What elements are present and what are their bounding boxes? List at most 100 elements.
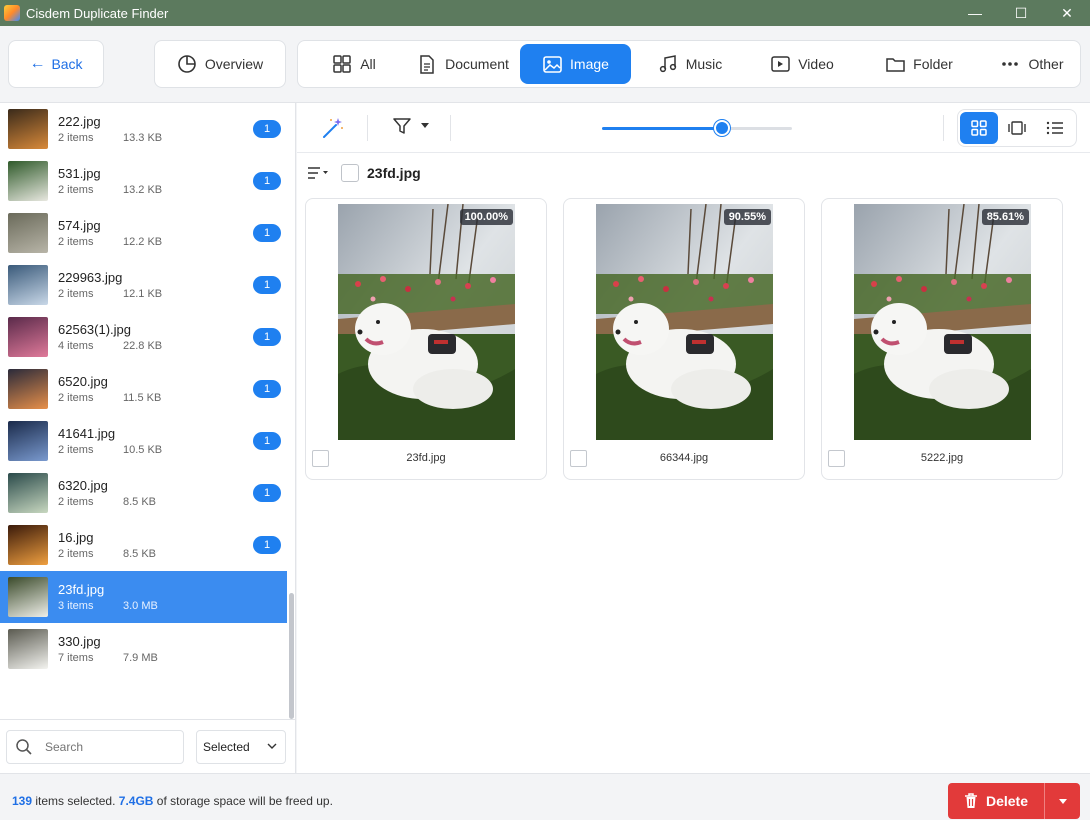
duplicate-card[interactable]: 90.55% 66344.jpg [563, 198, 805, 480]
group-thumbnail [8, 265, 48, 305]
group-info: 7 items 7.9 MB [58, 652, 158, 664]
group-meta: 6520.jpg 2 items 11.5 KB [58, 374, 161, 404]
compare-view-icon [1008, 121, 1026, 135]
delete-label: Delete [985, 793, 1029, 809]
group-list-item[interactable]: 574.jpg 2 items 12.2 KB 1 [0, 207, 287, 259]
tab-image[interactable]: Image [520, 44, 631, 84]
group-list-item[interactable]: 6520.jpg 2 items 11.5 KB 1 [0, 363, 287, 415]
group-list-item[interactable]: 229963.jpg 2 items 12.1 KB 1 [0, 259, 287, 311]
group-list-item[interactable]: 222.jpg 2 items 13.3 KB 1 [0, 103, 287, 155]
delete-options-button[interactable] [1045, 798, 1080, 804]
slider-handle[interactable] [713, 120, 730, 136]
list-view-button[interactable] [1036, 112, 1074, 144]
card-file-name: 5222.jpg [920, 452, 964, 464]
group-size: 13.2 KB [123, 184, 163, 196]
tab-folder-label: Folder [913, 56, 953, 72]
group-size: 12.2 KB [123, 236, 163, 248]
duplicate-card[interactable]: 85.61% 5222.jpg [821, 198, 1063, 480]
search-icon [16, 739, 32, 755]
group-size: 12.1 KB [123, 288, 163, 300]
group-meta: 62563(1).jpg 4 items 22.8 KB [58, 322, 162, 352]
back-button[interactable]: ← Back [8, 40, 104, 88]
selected-count: 139 [12, 794, 33, 808]
tab-video[interactable]: Video [749, 44, 855, 84]
group-file-name: 23fd.jpg [58, 582, 105, 597]
group-item-count: 3 items [58, 600, 94, 612]
thumbnail-size-slider[interactable] [602, 120, 792, 136]
group-meta: 23fd.jpg 3 items 3.0 MB [58, 582, 158, 612]
sort-icon[interactable] [307, 166, 329, 180]
tab-music[interactable]: Music [631, 44, 749, 84]
filter-dropdown[interactable] [393, 117, 429, 135]
delete-button-group: Delete [948, 783, 1080, 819]
magic-wand-icon[interactable] [321, 116, 345, 140]
group-size: 13.3 KB [123, 132, 163, 144]
group-thumbnail [8, 577, 48, 617]
slider-fill [602, 127, 722, 130]
group-size: 3.0 MB [123, 600, 158, 612]
group-info: 2 items 10.5 KB [58, 444, 162, 456]
tab-document[interactable]: Document [406, 44, 520, 84]
group-list-item[interactable]: 23fd.jpg 3 items 3.0 MB [0, 571, 287, 623]
group-thumbnail [8, 473, 48, 513]
group-list-item[interactable]: 41641.jpg 2 items 10.5 KB 1 [0, 415, 287, 467]
tab-video-label: Video [798, 56, 834, 72]
group-list-item[interactable]: 6320.jpg 2 items 8.5 KB 1 [0, 467, 287, 519]
photo-preview[interactable] [854, 204, 1031, 440]
search-box [6, 730, 184, 764]
group-item-count: 2 items [58, 548, 94, 560]
grid-view-icon [971, 120, 987, 136]
group-item-count: 2 items [58, 132, 94, 144]
selection-filter-select[interactable]: Selected [196, 730, 286, 764]
tab-other[interactable]: Other [983, 44, 1081, 84]
close-button[interactable]: ✕ [1044, 0, 1090, 26]
duplicate-count-badge: 1 [253, 328, 281, 346]
dog-photo [596, 204, 773, 440]
delete-button[interactable]: Delete [948, 793, 1044, 809]
search-input[interactable] [45, 740, 165, 754]
group-file-name: 330.jpg [58, 634, 101, 649]
preview-panel: 23fd.jpg 100.00% 23fd.jpg 90.55% 66344.jpg 8… [297, 103, 1090, 773]
group-size: 8.5 KB [123, 548, 157, 560]
group-info: 4 items 22.8 KB [58, 340, 162, 352]
preview-toolbar [297, 103, 1090, 153]
status-bar: 139 items selected. 7.4GB of storage spa… [0, 773, 1090, 820]
dog-photo [338, 204, 515, 440]
list-scrollbar[interactable] [289, 593, 294, 719]
similarity-badge: 90.55% [723, 209, 771, 225]
app-logo-icon [4, 5, 20, 21]
group-list-panel: 222.jpg 2 items 13.3 KB 1 531.jpg 2 items 13.2… [0, 103, 296, 773]
group-info: 2 items 8.5 KB [58, 496, 156, 508]
group-title: 23fd.jpg [367, 165, 421, 181]
image-icon [542, 54, 562, 74]
video-icon [770, 54, 790, 74]
group-thumbnail [8, 213, 48, 253]
group-list-item[interactable]: 330.jpg 7 items 7.9 MB [0, 623, 287, 675]
tab-folder[interactable]: Folder [855, 44, 983, 84]
duplicate-card[interactable]: 100.00% 23fd.jpg [305, 198, 547, 480]
compare-view-button[interactable] [998, 112, 1036, 144]
group-list-item[interactable]: 62563(1).jpg 4 items 22.8 KB 1 [0, 311, 287, 363]
duplicate-count-badge: 1 [253, 484, 281, 502]
tab-all[interactable]: All [302, 44, 406, 84]
maximize-button[interactable]: ☐ [998, 0, 1044, 26]
duplicate-count-badge: 1 [253, 432, 281, 450]
group-select-checkbox[interactable] [341, 164, 359, 182]
group-list-item[interactable]: 16.jpg 2 items 8.5 KB 1 [0, 519, 287, 571]
duplicate-count-badge: 1 [253, 224, 281, 242]
chevron-down-icon [267, 743, 277, 749]
more-icon [1000, 54, 1020, 74]
overview-button[interactable]: Overview [154, 40, 286, 88]
photo-preview[interactable] [338, 204, 515, 440]
group-list-item[interactable]: 531.jpg 2 items 13.2 KB 1 [0, 155, 287, 207]
group-item-count: 4 items [58, 340, 94, 352]
selection-summary: 139 items selected. 7.4GB of storage spa… [12, 794, 333, 808]
group-size: 10.5 KB [123, 444, 163, 456]
minimize-button[interactable]: — [952, 0, 998, 26]
group-info: 2 items 11.5 KB [58, 392, 161, 404]
arrow-left-icon: ← [29, 55, 46, 72]
document-icon [417, 54, 437, 74]
photo-preview[interactable] [596, 204, 773, 440]
group-info: 2 items 13.2 KB [58, 184, 162, 196]
grid-view-button[interactable] [960, 112, 998, 144]
